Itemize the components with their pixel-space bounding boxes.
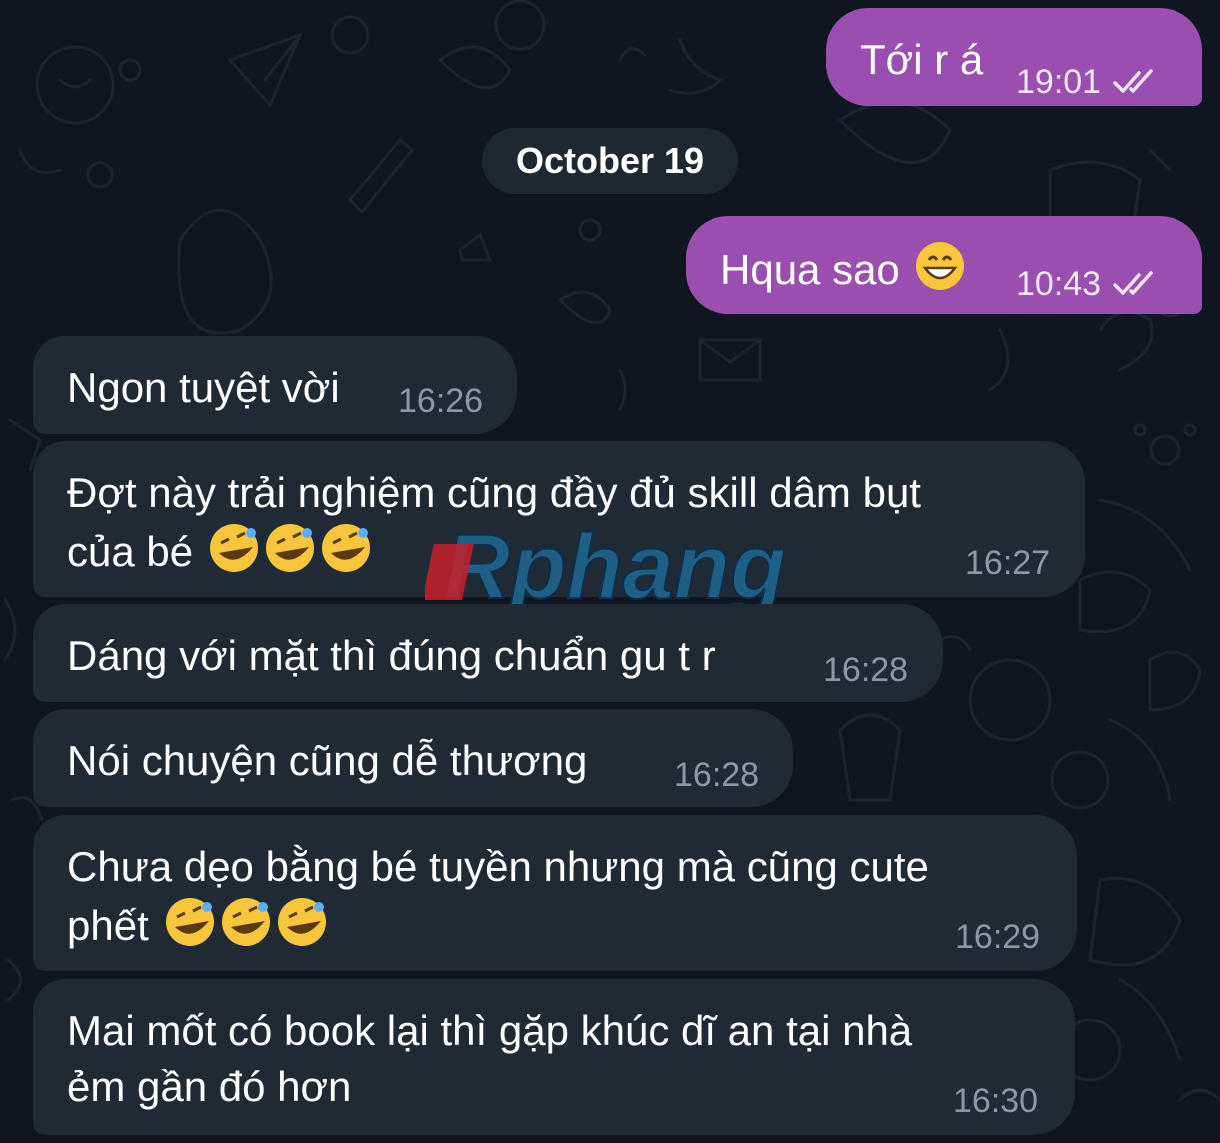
- message-time: 16:26: [398, 382, 484, 420]
- message-text: Mai mốt có book lại thì gặp khúc dĩ an t…: [67, 1007, 913, 1110]
- message-text: Hqua sao: [720, 246, 900, 294]
- message-time: 19:01: [1016, 63, 1102, 101]
- grinning-face-icon: [914, 240, 966, 306]
- rofl-icon: [207, 521, 375, 589]
- message-time: 16:29: [955, 918, 1041, 956]
- message-bubble-incoming[interactable]: Dáng với mặt thì đúng chuẩn gu t r 16:28: [33, 604, 943, 702]
- message-bubble-incoming[interactable]: Mai mốt có book lại thì gặp khúc dĩ an t…: [33, 979, 1075, 1135]
- message-time: 16:30: [953, 1082, 1039, 1120]
- message-bubble-outgoing[interactable]: Hqua sao 10:43: [686, 216, 1202, 314]
- message-time: 16:28: [674, 756, 760, 794]
- message-time: 16:28: [823, 651, 909, 689]
- message-bubble-outgoing[interactable]: Tới r á 19:01: [826, 8, 1202, 106]
- message-text: Nói chuyện cũng dễ thương: [67, 737, 588, 784]
- message-time: 16:27: [965, 544, 1051, 582]
- message-time: 10:43: [1016, 265, 1102, 303]
- message-bubble-incoming[interactable]: Chưa dẹo bằng bé tuyền nhưng mà cũng cut…: [33, 815, 1077, 971]
- rofl-icon: [163, 895, 331, 963]
- double-check-icon: [1113, 266, 1159, 306]
- date-separator: October 19: [482, 128, 738, 194]
- message-meta: 19:01: [1016, 62, 1159, 104]
- message-text: Dáng với mặt thì đúng chuẩn gu t r: [67, 632, 716, 679]
- message-content: Chưa dẹo bằng bé tuyền nhưng mà cũng cut…: [67, 839, 1037, 963]
- message-bubble-incoming[interactable]: Nói chuyện cũng dễ thương 16:28: [33, 709, 793, 807]
- message-meta: 10:43: [1016, 264, 1159, 306]
- double-check-icon: [1113, 64, 1159, 104]
- message-bubble-incoming[interactable]: Ngon tuyệt vời 16:26: [33, 336, 517, 434]
